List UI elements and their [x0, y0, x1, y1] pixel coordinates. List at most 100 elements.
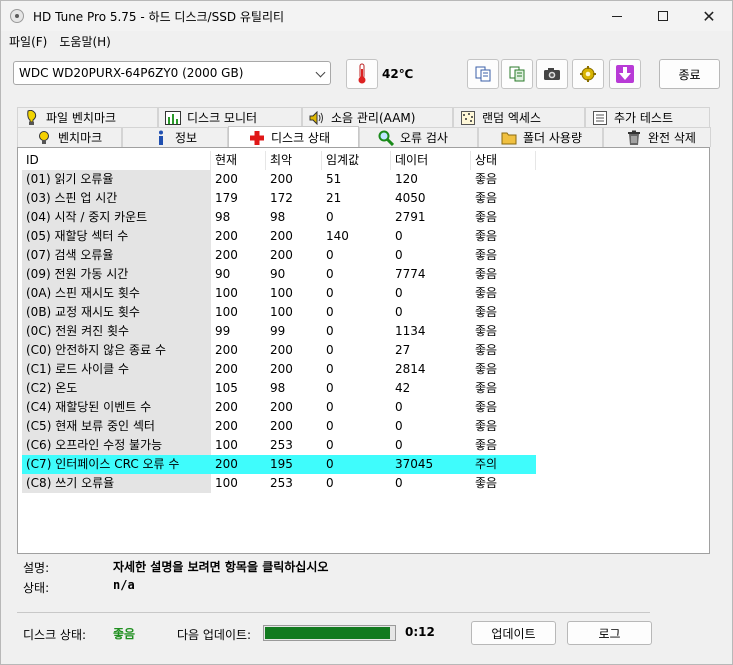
close-button[interactable]: ✕ — [686, 1, 732, 31]
table-row[interactable]: (03) 스핀 업 시간 179 172 21 4050 좋음 — [22, 189, 536, 208]
maximize-button[interactable] — [640, 1, 686, 31]
cell-worst: 200 — [270, 362, 293, 376]
cell-threshold: 0 — [326, 381, 334, 395]
tab-folder-usage[interactable]: 폴더 사용량 — [478, 127, 603, 147]
cell-status: 좋음 — [475, 400, 498, 414]
tab-error-scan[interactable]: 오류 검사 — [359, 127, 478, 147]
folder-icon — [501, 131, 517, 145]
cell-id: (C4) 재할당된 이벤트 수 — [22, 398, 211, 417]
cell-current: 100 — [215, 476, 238, 490]
cell-status: 좋음 — [475, 362, 498, 376]
update-progress-bar — [263, 625, 396, 641]
cell-worst: 98 — [270, 381, 286, 395]
cell-threshold: 0 — [322, 455, 391, 474]
tab-file-benchmark[interactable]: 파일 벤치마크 — [17, 107, 158, 127]
cell-status: 좋음 — [475, 286, 498, 300]
cell-threshold: 0 — [326, 343, 334, 357]
tab-disk-monitor[interactable]: 디스크 모니터 — [158, 107, 302, 127]
copy-text-button[interactable] — [467, 59, 499, 89]
table-row[interactable]: (09) 전원 가동 시간 90 90 0 7774 좋음 — [22, 265, 536, 284]
header-status[interactable]: 상태 — [471, 151, 536, 170]
temperature-button[interactable] — [346, 59, 378, 89]
screenshot-button[interactable] — [536, 59, 568, 89]
log-button[interactable]: 로그 — [567, 621, 652, 645]
table-row[interactable]: (04) 시작 / 중지 카운트 98 98 0 2791 좋음 — [22, 208, 536, 227]
cell-id: (C5) 현재 보류 중인 섹터 — [22, 417, 211, 436]
header-id[interactable]: ID — [22, 151, 211, 170]
table-row[interactable]: (0A) 스핀 재시도 횟수 100 100 0 0 좋음 — [22, 284, 536, 303]
cell-worst: 172 — [270, 191, 293, 205]
cell-current: 200 — [215, 172, 238, 186]
table-row[interactable]: (01) 읽기 오류율 200 200 51 120 좋음 — [22, 170, 536, 189]
table-row[interactable]: (05) 재할당 섹터 수 200 200 140 0 좋음 — [22, 227, 536, 246]
update-button[interactable]: 업데이트 — [471, 621, 556, 645]
cell-worst: 253 — [270, 476, 293, 490]
options-button[interactable] — [572, 59, 604, 89]
tab-secure-erase[interactable]: 완전 삭제 — [603, 127, 711, 147]
cell-current: 200 — [215, 343, 238, 357]
table-row[interactable]: (C0) 안전하지 않은 종료 수 200 200 0 27 좋음 — [22, 341, 536, 360]
cell-worst: 100 — [270, 305, 293, 319]
drive-select[interactable]: WDC WD20PURX-64P6ZY0 (2000 GB) — [13, 61, 331, 85]
save-button[interactable] — [609, 59, 641, 89]
cell-current: 200 — [215, 229, 238, 243]
tab-benchmark[interactable]: 벤치마크 — [17, 127, 122, 147]
cell-status: 주의 — [471, 455, 536, 474]
header-threshold[interactable]: 임계값 — [322, 151, 391, 170]
table-row[interactable]: (C7) 인터페이스 CRC 오류 수 200 195 0 37045 주의 — [22, 455, 536, 474]
status-value: n/a — [113, 578, 135, 592]
cell-id: (C1) 로드 사이클 수 — [22, 360, 211, 379]
cell-data: 7774 — [395, 267, 426, 281]
exit-button[interactable]: 종료 — [659, 59, 720, 89]
cell-id: (01) 읽기 오류율 — [22, 170, 211, 189]
header-current[interactable]: 현재 — [211, 151, 266, 170]
minimize-button[interactable] — [594, 1, 640, 31]
cell-id: (C0) 안전하지 않은 종료 수 — [22, 341, 211, 360]
tab-extra-tests[interactable]: 추가 테스트 — [585, 107, 710, 127]
tabs-row-bottom: 벤치마크 정보 디스크 상태 오류 검사 폴더 사용량 완전 삭제 — [17, 126, 711, 148]
menu-help[interactable]: 도움말(H) — [59, 33, 111, 50]
cell-id: (05) 재할당 섹터 수 — [22, 227, 211, 246]
trash-icon — [626, 130, 642, 145]
cell-status: 좋음 — [475, 305, 498, 319]
table-row[interactable]: (C4) 재할당된 이벤트 수 200 200 0 0 좋음 — [22, 398, 536, 417]
table-row[interactable]: (0B) 교정 재시도 횟수 100 100 0 0 좋음 — [22, 303, 536, 322]
menu-file[interactable]: 파일(F) — [9, 33, 47, 50]
random-access-icon — [460, 110, 476, 125]
disk-status-label: 디스크 상태: — [23, 628, 87, 642]
table-row[interactable]: (07) 검색 오류율 200 200 0 0 좋음 — [22, 246, 536, 265]
tab-noise-aam[interactable]: 소음 관리(AAM) — [302, 107, 453, 127]
menu-bar: 파일(F) 도움말(H) — [1, 31, 732, 51]
table-row[interactable]: (0C) 전원 켜진 횟수 99 99 0 1134 좋음 — [22, 322, 536, 341]
header-data[interactable]: 데이터 — [391, 151, 471, 170]
tab-disk-health[interactable]: 디스크 상태 — [228, 126, 359, 148]
copy-screen-button[interactable] — [501, 59, 533, 89]
cell-id: (0C) 전원 켜진 횟수 — [22, 322, 211, 341]
cell-worst: 200 — [270, 248, 293, 262]
cell-threshold: 0 — [326, 400, 334, 414]
cell-threshold: 51 — [326, 172, 342, 186]
temperature-value: 42℃ — [382, 67, 414, 81]
table-row[interactable]: (C8) 쓰기 오류율 100 253 0 0 좋음 — [22, 474, 536, 493]
tab-random-access[interactable]: 랜덤 엑세스 — [453, 107, 585, 127]
cell-id: (07) 검색 오류율 — [22, 246, 211, 265]
health-cross-icon — [249, 130, 265, 145]
table-row[interactable]: (C6) 오프라인 수정 불가능 100 253 0 0 좋음 — [22, 436, 536, 455]
title-bar[interactable]: HD Tune Pro 5.75 - 하드 디스크/SSD 유틸리티 ✕ — [1, 1, 732, 31]
table-row[interactable]: (C1) 로드 사이클 수 200 200 0 2814 좋음 — [22, 360, 536, 379]
smart-table-panel[interactable]: ID 현재 최악 임계값 데이터 상태 (01) 읽기 오류율 200 200 51 1… — [17, 147, 710, 554]
tab-label: 벤치마크 — [58, 131, 103, 145]
cell-data: 0 — [395, 438, 403, 452]
info-icon — [153, 130, 169, 145]
tab-label: 완전 삭제 — [648, 131, 696, 145]
cell-data: 27 — [395, 343, 411, 357]
table-row[interactable]: (C2) 온도 105 98 0 42 좋음 — [22, 379, 536, 398]
cell-current: 98 — [215, 210, 231, 224]
tab-info[interactable]: 정보 — [122, 127, 228, 147]
tab-label: 소음 관리(AAM) — [331, 111, 416, 125]
cell-status: 좋음 — [475, 191, 498, 205]
header-worst[interactable]: 최악 — [266, 151, 322, 170]
smart-table: ID 현재 최악 임계값 데이터 상태 (01) 읽기 오류율 200 200 51 1… — [22, 151, 536, 493]
chevron-down-icon — [315, 67, 326, 78]
table-row[interactable]: (C5) 현재 보류 중인 섹터 200 200 0 0 좋음 — [22, 417, 536, 436]
